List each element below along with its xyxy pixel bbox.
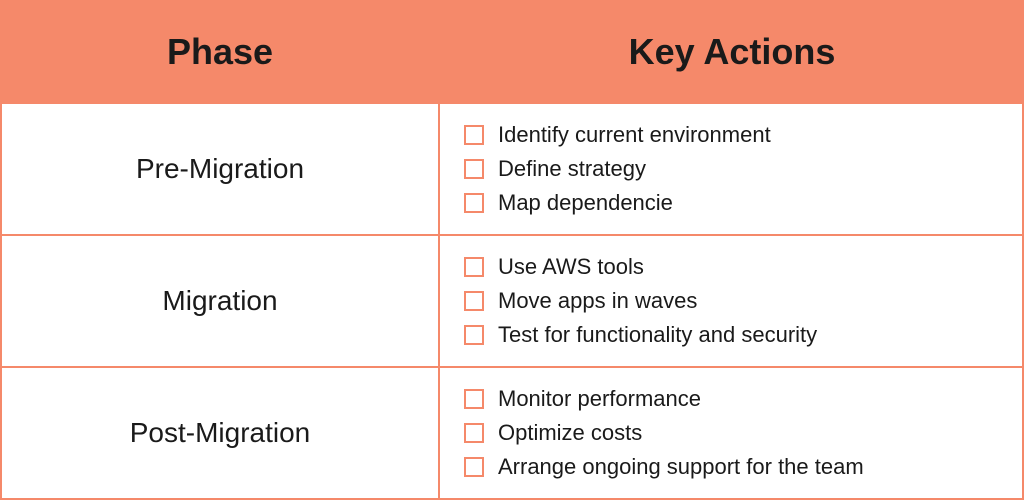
list-item: Use AWS tools [464, 254, 998, 280]
list-item: Optimize costs [464, 420, 998, 446]
list-item: Test for functionality and security [464, 322, 998, 348]
checkbox-icon [464, 125, 484, 145]
header-actions: Key Actions [440, 0, 1024, 104]
actions-list: Identify current environment Define stra… [440, 104, 1024, 234]
checkbox-icon [464, 389, 484, 409]
phase-label: Post-Migration [0, 368, 440, 498]
actions-list: Use AWS tools Move apps in waves Test fo… [440, 236, 1024, 366]
table-header-row: Phase Key Actions [0, 0, 1024, 104]
action-text: Test for functionality and security [498, 322, 817, 348]
checkbox-icon [464, 423, 484, 443]
action-text: Optimize costs [498, 420, 642, 446]
list-item: Monitor performance [464, 386, 998, 412]
checkbox-icon [464, 193, 484, 213]
checkbox-icon [464, 291, 484, 311]
table-row: Pre-Migration Identify current environme… [0, 104, 1024, 236]
phase-label: Pre-Migration [0, 104, 440, 234]
action-text: Define strategy [498, 156, 646, 182]
checkbox-icon [464, 159, 484, 179]
actions-list: Monitor performance Optimize costs Arran… [440, 368, 1024, 498]
list-item: Arrange ongoing support for the team [464, 454, 998, 480]
table-row: Post-Migration Monitor performance Optim… [0, 368, 1024, 500]
checkbox-icon [464, 457, 484, 477]
action-text: Monitor performance [498, 386, 701, 412]
checkbox-icon [464, 257, 484, 277]
action-text: Use AWS tools [498, 254, 644, 280]
list-item: Identify current environment [464, 122, 998, 148]
list-item: Define strategy [464, 156, 998, 182]
list-item: Move apps in waves [464, 288, 998, 314]
header-phase: Phase [0, 0, 440, 104]
phase-label: Migration [0, 236, 440, 366]
migration-phases-table: Phase Key Actions Pre-Migration Identify… [0, 0, 1024, 500]
table-row: Migration Use AWS tools Move apps in wav… [0, 236, 1024, 368]
action-text: Map dependencie [498, 190, 673, 216]
action-text: Identify current environment [498, 122, 771, 148]
action-text: Arrange ongoing support for the team [498, 454, 864, 480]
action-text: Move apps in waves [498, 288, 697, 314]
checkbox-icon [464, 325, 484, 345]
list-item: Map dependencie [464, 190, 998, 216]
